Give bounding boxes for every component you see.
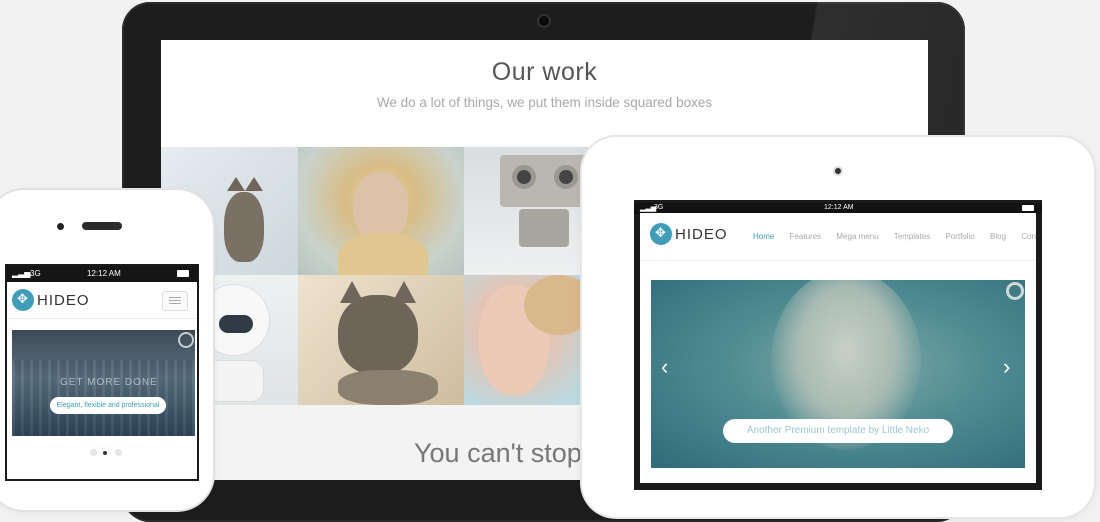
tablet-time: 12:12 AM — [824, 204, 854, 211]
phone-slider-dots — [90, 449, 130, 457]
kitten-ear-right — [245, 177, 263, 191]
nav-features[interactable]: Features — [790, 232, 822, 241]
phone-logo-icon[interactable]: ✥ — [12, 289, 34, 311]
phone-hero-slider[interactable]: GET MORE DONE Elegant, flexible and prof… — [12, 330, 195, 436]
phone-status-bar: ▂▃▅ 3G 12:12 AM — [7, 266, 197, 282]
nav-templates[interactable]: Templates — [894, 232, 930, 241]
robot-eye-right — [559, 170, 573, 184]
nav-mega-menu[interactable]: Mega menu — [836, 232, 878, 241]
portfolio-tile-portrait[interactable] — [298, 147, 464, 275]
kitten-shape — [224, 192, 264, 262]
tablet-signal-text: 3G — [654, 204, 664, 211]
phone-logo-text[interactable]: HIDEO — [37, 292, 90, 309]
slider-dot[interactable] — [115, 449, 122, 456]
tablet-logo-icon[interactable]: ✥ — [650, 223, 672, 245]
nav-portfolio[interactable]: Portfolio — [945, 232, 974, 241]
tablet-slide-pill[interactable]: Another Premium template by Little Neko — [723, 419, 953, 443]
phone-speaker — [82, 222, 122, 230]
portfolio-tile-portrait-2[interactable] — [464, 275, 594, 405]
portfolio-tile-kitten-closeup[interactable] — [298, 275, 464, 405]
tablet-battery-icon — [1022, 205, 1034, 211]
robot-body — [519, 209, 569, 247]
our-work-subtitle: We do a lot of things, we put them insid… — [376, 95, 713, 110]
our-work-title: Our work — [491, 58, 598, 86]
logo-cross-icon: ✥ — [17, 291, 28, 306]
section-heading: You can't stop t — [414, 438, 597, 468]
phone-slide-overlay-text: GET MORE DONE — [60, 377, 158, 388]
phone-navbar: ✥ HIDEO — [7, 282, 197, 319]
robot-head — [500, 155, 588, 207]
white-robot-body — [205, 361, 263, 401]
phone-signal-icon: ▂▃▅ — [12, 269, 31, 278]
phone-signal-text: 3G — [30, 269, 41, 278]
monitor-camera — [539, 16, 549, 26]
slider-prev-icon[interactable]: ‹ — [661, 354, 668, 380]
tablet-nav-divider — [640, 260, 1036, 261]
tablet-slide-loader-icon — [1006, 282, 1024, 300]
slider-dot-active[interactable] — [103, 451, 107, 455]
phone-slide-loader-icon — [178, 332, 194, 348]
phone-camera — [57, 223, 64, 230]
kitten-ear-left — [227, 177, 245, 191]
tablet-camera — [835, 168, 841, 174]
hamburger-menu-icon[interactable] — [162, 291, 188, 311]
phone-slide-pill[interactable]: Elegant, flexible and professional — [50, 397, 166, 414]
tablet-hero-slider[interactable]: ‹ › Another Premium template by Little N… — [651, 280, 1025, 468]
phone-battery-icon — [177, 270, 189, 277]
tablet-screen: ✥ HIDEO Home Features Mega menu Template… — [640, 213, 1036, 483]
robot-eye-left — [517, 170, 531, 184]
nav-home[interactable]: Home — [753, 232, 774, 241]
kitten-closeup-ear-right — [392, 281, 416, 303]
nav-blog[interactable]: Blog — [990, 232, 1006, 241]
white-robot-visor — [219, 315, 253, 333]
kitten-paws — [338, 370, 438, 405]
portrait-hair — [338, 232, 428, 275]
slider-dot[interactable] — [90, 449, 97, 456]
kitten-face — [338, 295, 418, 375]
nav-contact[interactable]: Contact — [1021, 232, 1036, 241]
slider-next-icon[interactable]: › — [1003, 354, 1010, 380]
phone-screen: ▂▃▅ 3G 12:12 AM ✥ HIDEO GET MORE DONE El… — [7, 266, 197, 479]
tablet-logo-text[interactable]: HIDEO — [675, 226, 728, 243]
phone-time: 12:12 AM — [87, 269, 121, 278]
tablet-nav: Home Features Mega menu Templates Portfo… — [753, 232, 1036, 241]
portfolio-tile-robot[interactable] — [464, 147, 594, 275]
logo-cross-icon: ✥ — [655, 225, 666, 240]
kitten-closeup-ear-left — [340, 281, 364, 303]
